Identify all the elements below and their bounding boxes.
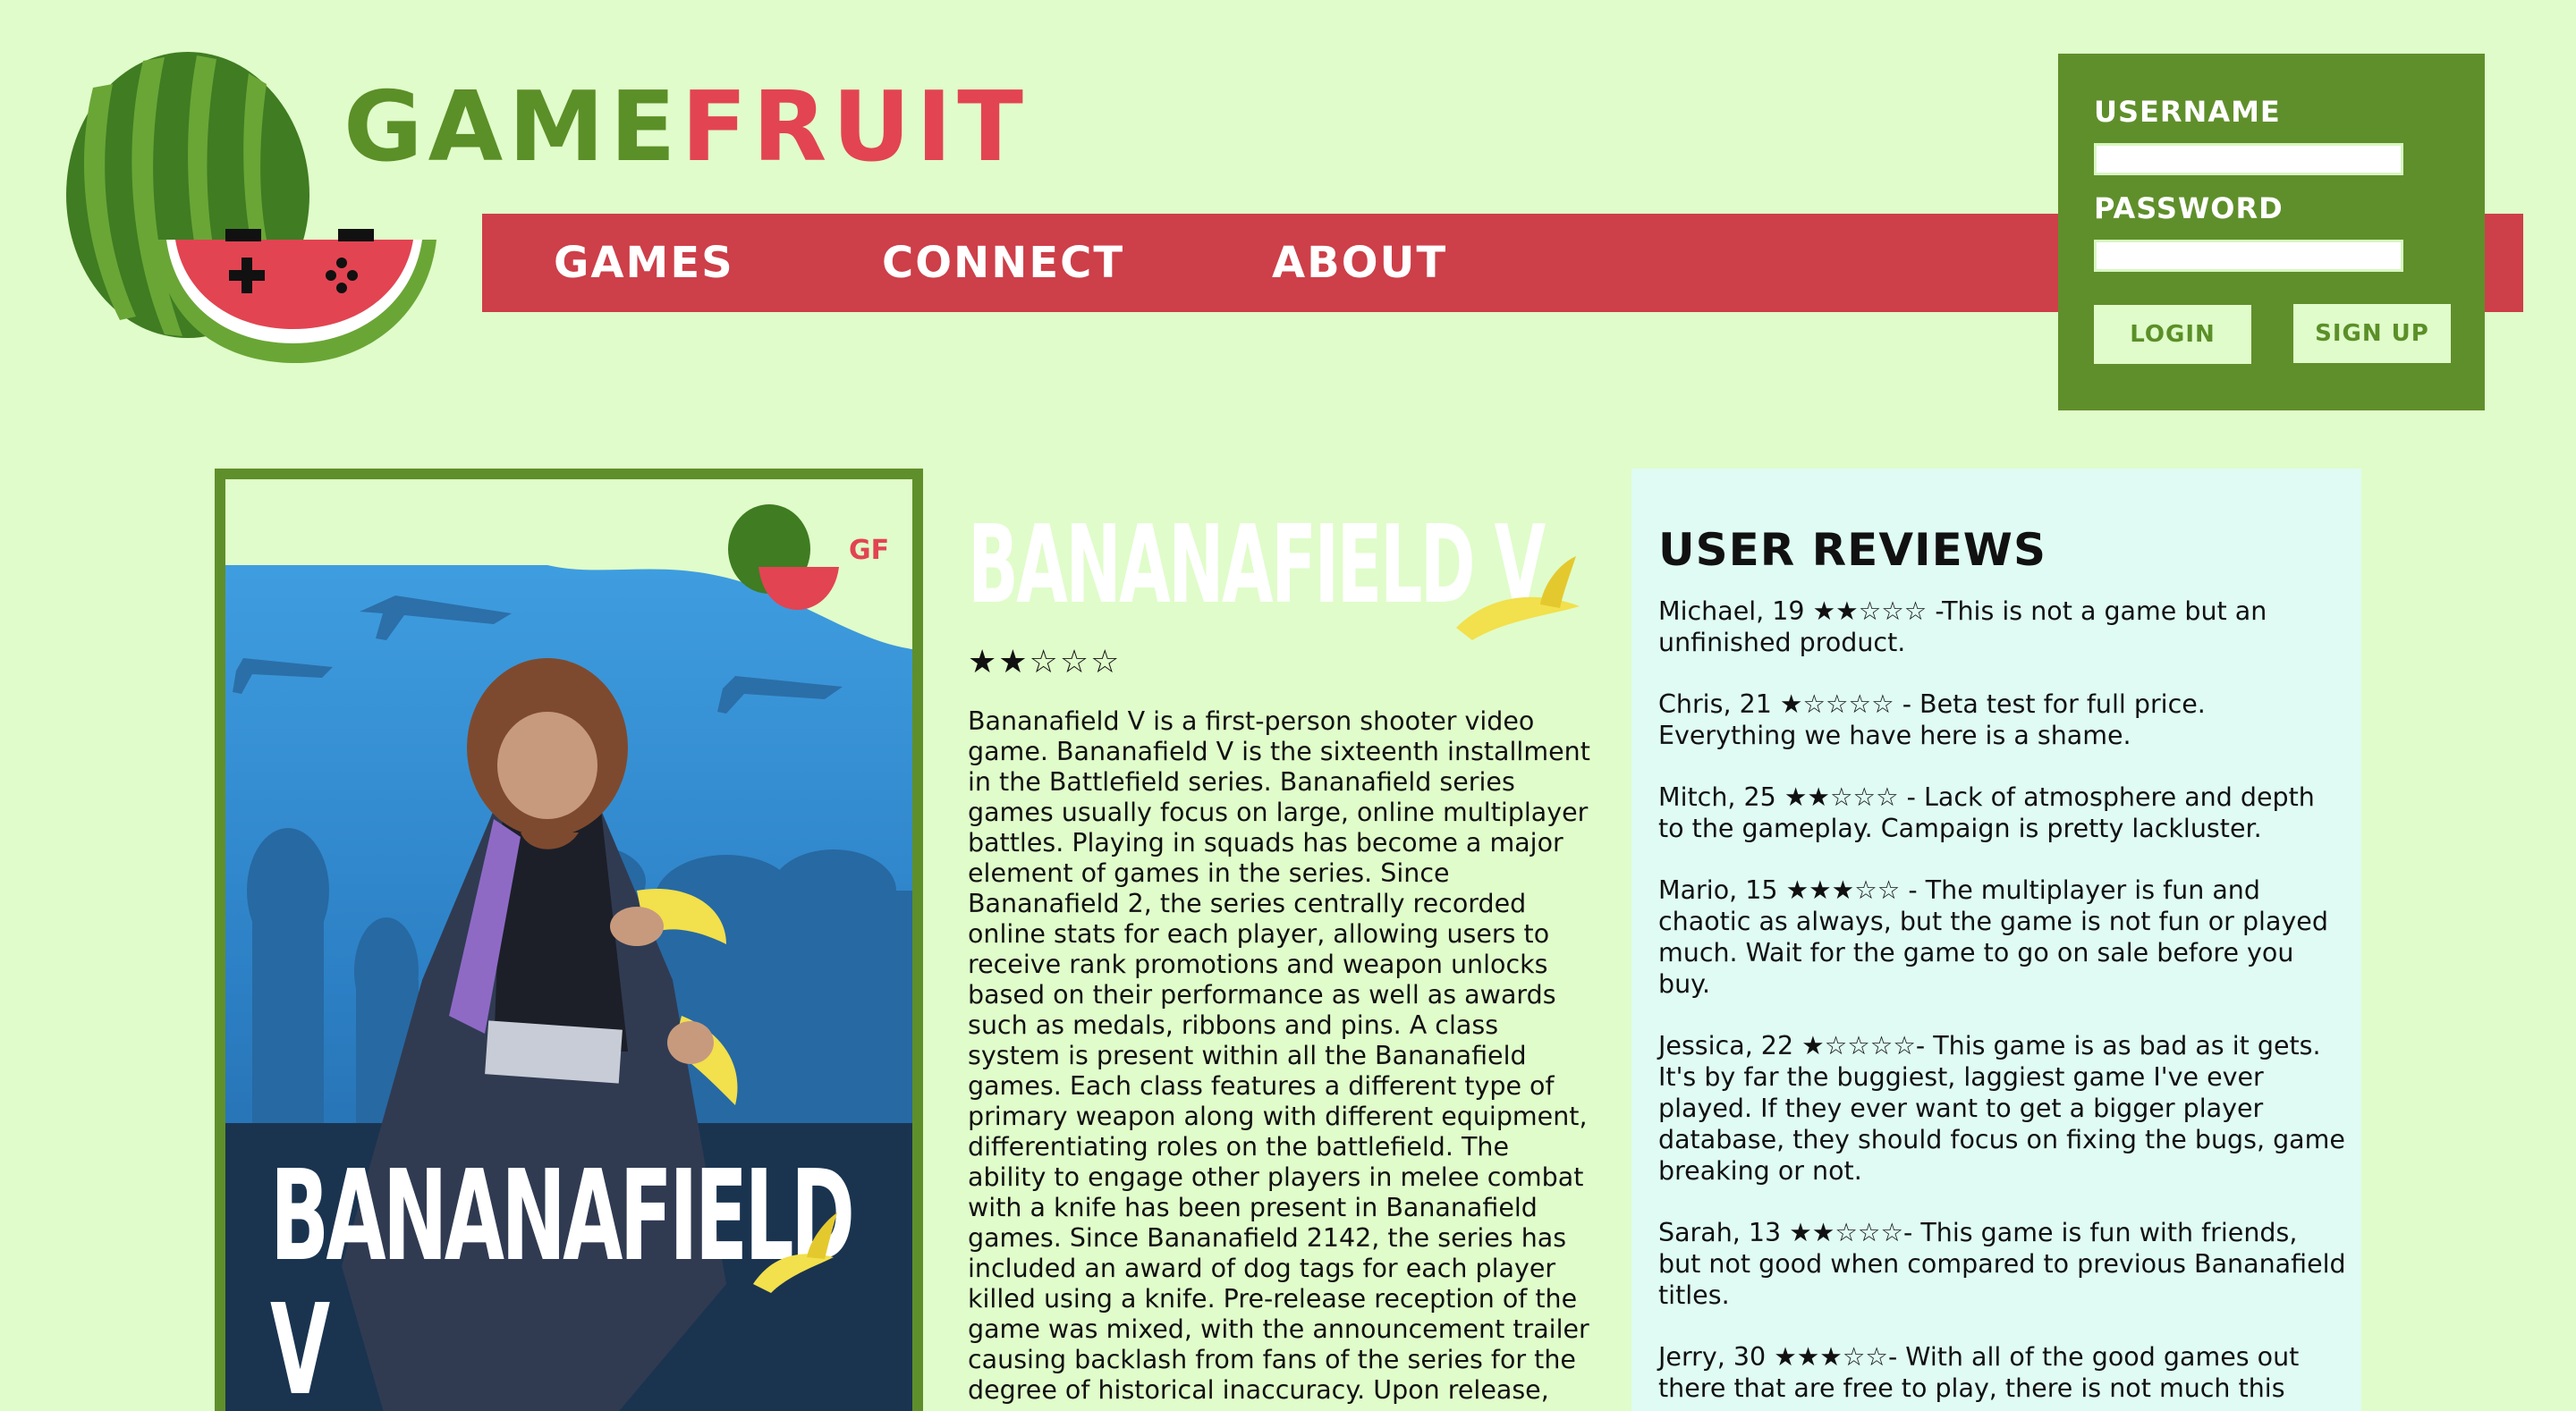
review-stars: ★★☆☆☆ bbox=[1812, 596, 1928, 626]
review-author: Mitch, 25 bbox=[1658, 782, 1776, 812]
review-item: Chris, 21 ★☆☆☆☆ - Beta test for full pri… bbox=[1658, 689, 2347, 751]
review-stars: ★★☆☆☆ bbox=[1784, 782, 1899, 812]
review-item: Jerry, 30 ★★★☆☆- With all of the good ga… bbox=[1658, 1341, 2347, 1404]
signup-button[interactable]: SIGN UP bbox=[2293, 304, 2451, 363]
review-author: Sarah, 13 bbox=[1658, 1218, 1782, 1247]
brand-game: GAME bbox=[343, 72, 682, 183]
review-item: Mitch, 25 ★★☆☆☆ - Lack of atmosphere and… bbox=[1658, 782, 2347, 844]
review-list: Michael, 19 ★★☆☆☆ -This is not a game bu… bbox=[1658, 596, 2347, 1411]
nav-about[interactable]: ABOUT bbox=[1272, 232, 1447, 294]
username-input[interactable] bbox=[2094, 143, 2403, 175]
nav-games[interactable]: GAMES bbox=[554, 232, 734, 294]
review-stars: ★☆☆☆☆ bbox=[1801, 1031, 1916, 1060]
review-item: Jessica, 22 ★☆☆☆☆- This game is as bad a… bbox=[1658, 1030, 2347, 1187]
game-cover: GF BANANAFIELD V bbox=[215, 469, 923, 1411]
review-stars: ★★☆☆☆ bbox=[1789, 1218, 1903, 1247]
username-label: USERNAME bbox=[2094, 95, 2281, 129]
login-button[interactable]: LOGIN bbox=[2094, 305, 2251, 364]
review-author: Jessica, 22 bbox=[1658, 1031, 1794, 1060]
game-rating: ★★☆☆☆ bbox=[968, 644, 1122, 680]
review-author: Chris, 21 bbox=[1658, 689, 1772, 719]
brand-wordmark[interactable]: GAMEFRUIT bbox=[343, 70, 1029, 186]
reviews-heading: USER REVIEWS bbox=[1658, 524, 2046, 576]
user-reviews-panel: USER REVIEWS Michael, 19 ★★☆☆☆ -This is … bbox=[1631, 469, 2361, 1411]
review-author: Jerry, 30 bbox=[1658, 1342, 1767, 1372]
nav-connect[interactable]: CONNECT bbox=[882, 232, 1124, 294]
review-stars: ★☆☆☆☆ bbox=[1779, 689, 1894, 719]
password-label: PASSWORD bbox=[2094, 191, 2284, 225]
password-input[interactable] bbox=[2094, 240, 2403, 272]
review-item: Sarah, 13 ★★☆☆☆- This game is fun with f… bbox=[1658, 1217, 2347, 1311]
login-panel: USERNAME PASSWORD LOGIN SIGN UP bbox=[2058, 54, 2485, 410]
review-author: Mario, 15 bbox=[1658, 875, 1778, 905]
review-author: Michael, 19 bbox=[1658, 596, 1805, 626]
review-item: Michael, 19 ★★☆☆☆ -This is not a game bu… bbox=[1658, 596, 2347, 658]
game-description: Bananafield V is a first-person shooter … bbox=[968, 706, 1590, 1405]
review-stars: ★★★☆☆ bbox=[1785, 875, 1901, 905]
banana-icon bbox=[753, 1212, 837, 1293]
brand-fruit: FRUIT bbox=[681, 72, 1029, 183]
review-item: Mario, 15 ★★★☆☆ - The multiplayer is fun… bbox=[1658, 874, 2347, 1000]
banana-icon bbox=[1456, 556, 1580, 640]
review-stars: ★★★☆☆ bbox=[1774, 1342, 1888, 1372]
cover-badge-text: GF bbox=[849, 535, 890, 566]
